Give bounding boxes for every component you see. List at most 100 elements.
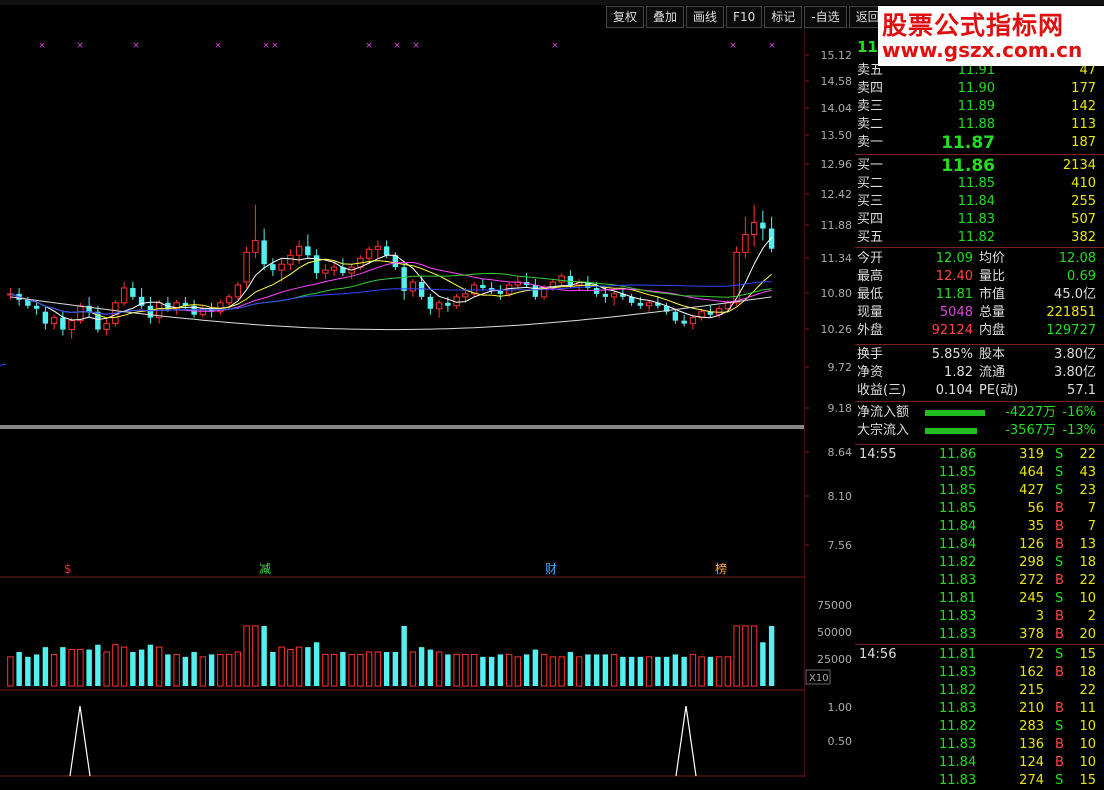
stat-row: 最低 11.81 市值 45.0亿 xyxy=(855,286,1100,304)
volume-bar xyxy=(95,644,101,686)
tick-row[interactable]: 11.84 126 B 13 xyxy=(855,536,1100,554)
tick-volume: 319 xyxy=(1019,447,1044,462)
volume-bar xyxy=(610,653,618,687)
toolbar-button-5[interactable]: -自选 xyxy=(804,6,847,28)
tick-side: S xyxy=(1055,647,1064,662)
quote-row[interactable]: 卖四 11.90 177 xyxy=(855,80,1100,98)
volume-bar xyxy=(147,644,154,686)
tick-price: 11.84 xyxy=(939,537,977,552)
quote-row[interactable]: 卖三 11.89 142 xyxy=(855,98,1100,116)
toolbar-button-4[interactable]: 标记 xyxy=(764,6,803,28)
quote-volume: 177 xyxy=(1071,81,1096,96)
tick-row[interactable]: 11.83 272 B 22 xyxy=(855,572,1100,590)
stat-row: 最高 12.40 量比 0.69 xyxy=(855,268,1100,286)
tick-row[interactable]: 14:55 11.86 319 S 22 xyxy=(855,446,1100,464)
quote-row[interactable]: 卖一 11.87 187 xyxy=(855,134,1100,152)
event-label[interactable]: $ xyxy=(64,562,72,576)
tick-volume: 136 xyxy=(1019,737,1044,752)
quote-volume: 2134 xyxy=(1062,158,1096,173)
tick-count: 22 xyxy=(1079,683,1096,698)
tick-side: S xyxy=(1055,555,1064,570)
tick-price: 11.85 xyxy=(939,465,977,480)
quote-row[interactable]: 买四 11.83 507 xyxy=(855,211,1100,229)
price-axis-label: 13.50 xyxy=(821,129,853,142)
tick-row[interactable]: 11.83 210 B 11 xyxy=(855,700,1100,718)
tick-volume: 56 xyxy=(1027,501,1044,516)
tick-volume: 272 xyxy=(1019,573,1044,588)
stat-label: 收益(三) xyxy=(857,383,907,398)
tick-row[interactable]: 11.84 35 B 7 xyxy=(855,518,1100,536)
tick-time: 14:55 xyxy=(859,447,897,462)
stat-value: 3.80亿 xyxy=(1054,365,1096,380)
tick-count: 7 xyxy=(1087,501,1096,516)
volume-bar xyxy=(575,656,583,687)
event-label[interactable]: 财 xyxy=(545,562,557,576)
tick-side: S xyxy=(1055,483,1064,498)
signal-marker: × xyxy=(768,41,776,51)
tick-row[interactable]: 11.82 283 S 10 xyxy=(855,718,1100,736)
quote-row[interactable]: 买一 11.86 2134 xyxy=(855,157,1100,175)
tick-side: B xyxy=(1055,537,1064,552)
toolbar-button-1[interactable]: 叠加 xyxy=(646,6,685,28)
tick-row[interactable]: 11.82 298 S 18 xyxy=(855,554,1100,572)
tick-row[interactable]: 11.82 215 22 xyxy=(855,682,1100,700)
flow-value: -3567万 xyxy=(1005,423,1056,438)
quote-row[interactable]: 买三 11.84 255 xyxy=(855,193,1100,211)
volume-bar xyxy=(50,653,58,687)
tick-side: S xyxy=(1055,465,1064,480)
quote-price: 11.89 xyxy=(957,99,995,114)
event-label[interactable]: 减 xyxy=(259,562,271,576)
volume-bar xyxy=(374,651,382,687)
stat-label: 量比 xyxy=(979,269,1006,284)
tick-row[interactable]: 11.84 124 B 10 xyxy=(855,754,1100,772)
toolbar-button-3[interactable]: F10 xyxy=(726,6,763,28)
volume-bar xyxy=(558,656,565,687)
stat-value: 5048 xyxy=(939,305,973,320)
tick-row[interactable]: 11.83 162 B 18 xyxy=(855,664,1100,682)
volume-bar xyxy=(401,626,407,686)
tick-count: 15 xyxy=(1079,647,1096,662)
stat-value: 129727 xyxy=(1046,323,1096,338)
tick-side: B xyxy=(1055,755,1064,770)
tick-volume: 126 xyxy=(1019,537,1044,552)
volume-bar xyxy=(620,656,626,686)
stat-label: 外盘 xyxy=(857,323,884,338)
volume-bar xyxy=(689,653,697,687)
tick-row[interactable]: 11.85 464 S 43 xyxy=(855,464,1100,482)
flow-value: -4227万 xyxy=(1005,405,1056,420)
quote-row[interactable]: 卖二 11.88 113 xyxy=(855,116,1100,134)
tick-price: 11.82 xyxy=(939,719,977,734)
tick-row[interactable]: 11.83 3 B 2 xyxy=(855,608,1100,626)
candle[interactable] xyxy=(234,282,242,300)
quote-row[interactable]: 买五 11.82 382 xyxy=(855,229,1100,247)
toolbar-button-0[interactable]: 复权 xyxy=(606,6,645,28)
quote-row[interactable]: 买二 11.85 410 xyxy=(855,175,1100,193)
tick-row[interactable]: 11.83 136 B 10 xyxy=(855,736,1100,754)
quote-price: 11.85 xyxy=(957,176,995,191)
volume-bar xyxy=(602,654,609,686)
tick-row[interactable]: 11.83 274 S 15 xyxy=(855,772,1100,790)
tick-row[interactable]: 11.85 427 S 23 xyxy=(855,482,1100,500)
stat-label: 市值 xyxy=(979,287,1006,302)
tick-side: B xyxy=(1055,501,1064,516)
event-label[interactable]: 榜 xyxy=(715,561,727,576)
tick-row[interactable]: 14:56 11.81 72 S 15 xyxy=(855,646,1100,664)
quote-label: 买四 xyxy=(857,212,884,227)
tick-side: B xyxy=(1055,519,1064,534)
chart-area[interactable]: × × × × × × × × × × × × $ 减财榜 xyxy=(0,28,805,778)
toolbar-button-2[interactable]: 画线 xyxy=(686,6,725,28)
tick-row[interactable]: 11.83 378 B 20 xyxy=(855,626,1100,644)
candle[interactable] xyxy=(243,246,250,288)
volume-bar xyxy=(130,651,136,686)
tick-row[interactable]: 11.85 56 B 7 xyxy=(855,500,1100,518)
volume-bar xyxy=(357,653,364,687)
volume-bar xyxy=(645,656,653,687)
tick-count: 7 xyxy=(1087,519,1096,534)
tick-side: B xyxy=(1055,737,1064,752)
stat-value: 11.81 xyxy=(935,287,973,302)
signal-marker: × xyxy=(38,41,46,51)
volume-bar xyxy=(480,656,486,686)
tick-row[interactable]: 11.81 245 S 10 xyxy=(855,590,1100,608)
quote-label: 买三 xyxy=(857,194,884,209)
stat-label: 内盘 xyxy=(979,323,1006,338)
